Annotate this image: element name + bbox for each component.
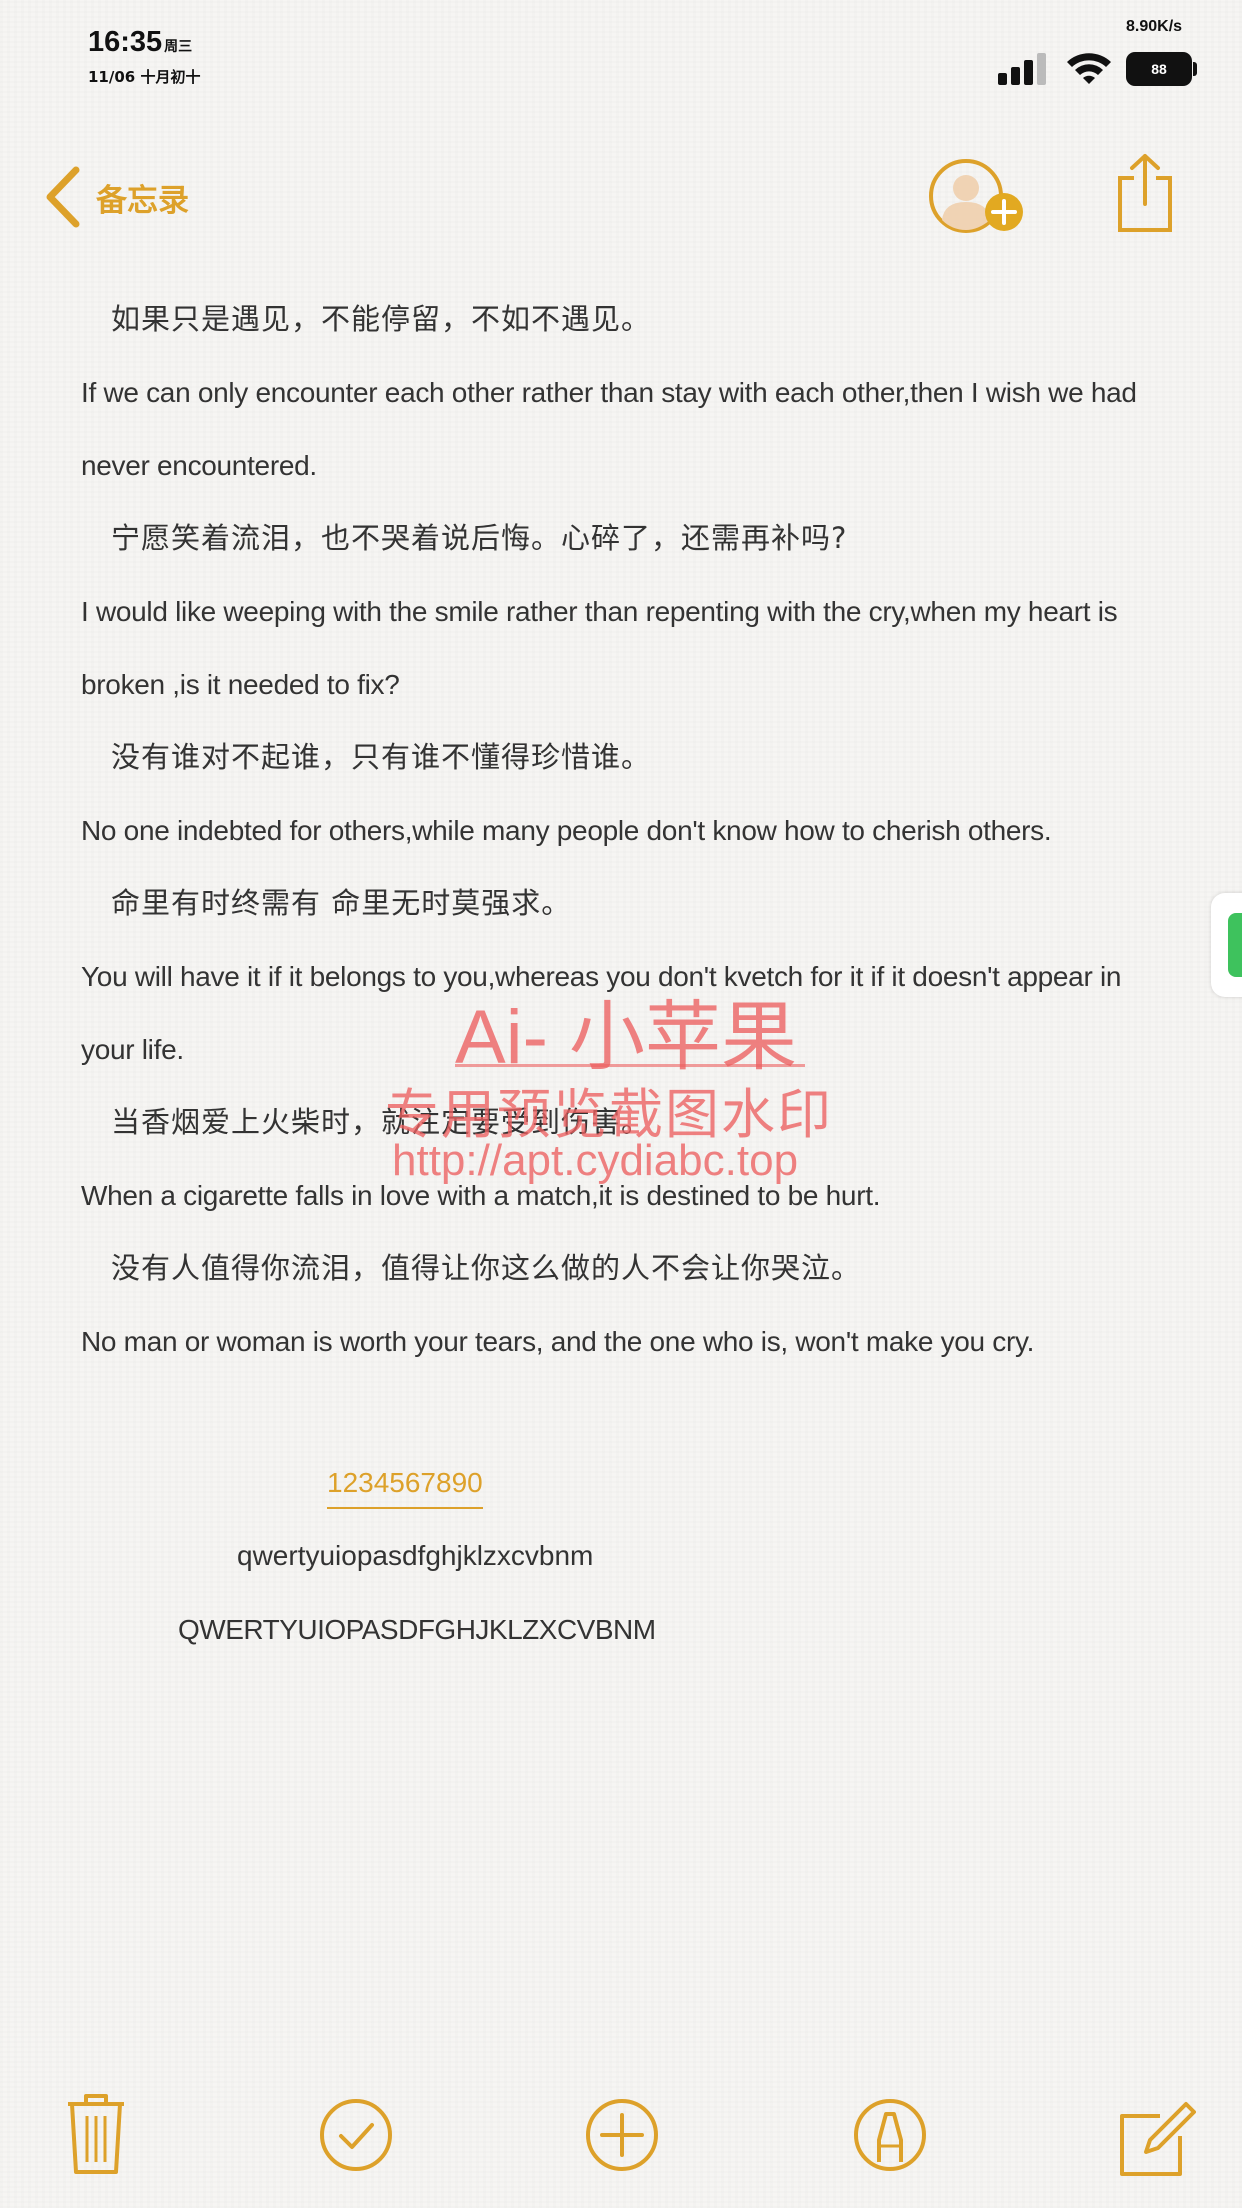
watermark-underline bbox=[455, 1064, 805, 1067]
add-icon[interactable] bbox=[582, 2090, 662, 2180]
note-line: 命里有时终需有 命里无时莫强求。 bbox=[111, 886, 572, 920]
chevron-left-icon bbox=[46, 166, 80, 228]
phone-number-link[interactable]: 1234567890 bbox=[327, 1463, 483, 1509]
uppercase-line: QWERTYUIOPASDFGHJKLZXCVBNM bbox=[178, 1614, 656, 1645]
battery-nub bbox=[1193, 62, 1197, 76]
back-label: 备忘录 bbox=[96, 182, 189, 219]
note-body[interactable]: 如果只是遇见，不能停留，不如不遇见。 If we can only encoun… bbox=[81, 283, 1161, 1378]
cellular-signal-icon bbox=[998, 53, 1050, 85]
network-speed: 8.90K/s bbox=[1126, 18, 1183, 35]
note-line: 当香烟爱上火柴时，就注定要受到伤害。 bbox=[111, 1105, 652, 1139]
trash-icon[interactable] bbox=[56, 2090, 136, 2180]
status-date: 11/06 十月初十 bbox=[88, 68, 201, 86]
note-line: 没有谁对不起谁，只有谁不懂得珍惜谁。 bbox=[111, 740, 652, 774]
back-button[interactable]: 备忘录 bbox=[44, 162, 189, 232]
note-line: I would like weeping with the smile rath… bbox=[81, 596, 1118, 627]
note-line: 宁愿笑着流泪，也不哭着说后悔。心碎了，还需再补吗? bbox=[111, 521, 848, 555]
checklist-icon[interactable] bbox=[316, 2090, 396, 2180]
note-line: When a cigarette falls in love with a ma… bbox=[81, 1180, 881, 1211]
share-icon[interactable] bbox=[1114, 152, 1176, 234]
status-weekday: 周三 bbox=[164, 38, 193, 54]
note-line: broken ,is it needed to fix? bbox=[81, 669, 400, 700]
note-line: 没有人值得你流泪，值得让你这么做的人不会让你哭泣。 bbox=[111, 1251, 862, 1285]
note-line: No man or woman is worth your tears, and… bbox=[81, 1326, 1035, 1357]
lowercase-line: qwertyuiopasdfghjklzxcvbnm bbox=[237, 1540, 594, 1571]
status-time: 16:35 周三 bbox=[88, 26, 192, 59]
bottom-toolbar bbox=[0, 2090, 1242, 2190]
compose-icon[interactable] bbox=[1116, 2090, 1196, 2180]
note-line: 如果只是遇见，不能停留，不如不遇见。 bbox=[111, 302, 652, 336]
side-drawer-handle[interactable] bbox=[1211, 893, 1242, 997]
note-line: never encountered. bbox=[81, 450, 317, 481]
status-bar: 16:35 周三 11/06 十月初十 8.90K/s 88 bbox=[0, 0, 1242, 100]
note-line: You will have it if it belongs to you,wh… bbox=[81, 961, 1122, 992]
add-person-icon[interactable] bbox=[928, 158, 1028, 238]
note-line: No one indebted for others,while many pe… bbox=[81, 815, 1052, 846]
clock: 16:35 bbox=[88, 26, 163, 58]
battery-indicator: 88 bbox=[1126, 52, 1192, 86]
note-line: If we can only encounter each other rath… bbox=[81, 377, 1137, 408]
wifi-icon bbox=[1067, 53, 1111, 84]
markup-icon[interactable] bbox=[850, 2090, 930, 2180]
note-line: your life. bbox=[81, 1034, 184, 1065]
side-tab-indicator bbox=[1228, 913, 1242, 977]
